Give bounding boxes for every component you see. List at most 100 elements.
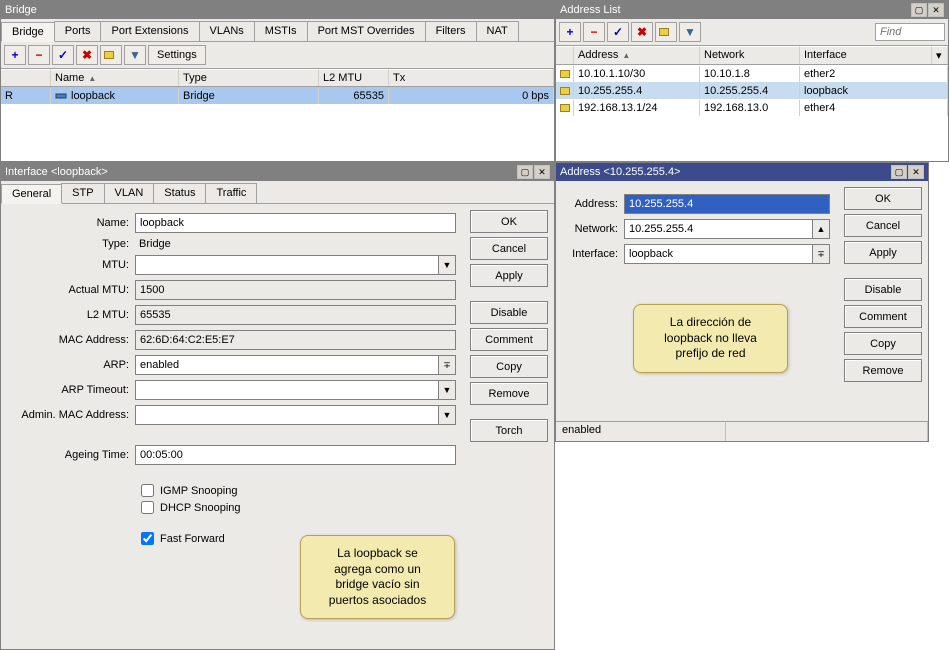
tab-filters[interactable]: Filters xyxy=(425,21,477,41)
tab-mstis[interactable]: MSTIs xyxy=(254,21,308,41)
chevron-up-icon[interactable]: ▲ xyxy=(812,219,830,239)
ok-button[interactable]: OK xyxy=(470,210,548,233)
arp-timeout-input[interactable] xyxy=(135,380,439,400)
filter-icon[interactable]: ▼ xyxy=(124,45,146,65)
settings-button[interactable]: Settings xyxy=(148,45,206,65)
apply-button[interactable]: Apply xyxy=(470,264,548,287)
admin-mac-input[interactable] xyxy=(135,405,439,425)
torch-button[interactable]: Torch xyxy=(470,419,548,442)
remove-button[interactable]: Remove xyxy=(844,359,922,382)
tab-general[interactable]: General xyxy=(1,184,62,204)
minimize-icon[interactable]: ▢ xyxy=(891,165,907,179)
fast-forward-checkbox[interactable] xyxy=(141,532,154,545)
disable-button[interactable]: Disable xyxy=(470,301,548,324)
ok-button[interactable]: OK xyxy=(844,187,922,210)
cell-flag: R xyxy=(1,88,51,104)
mac-label: MAC Address: xyxy=(9,334,135,346)
remove-button[interactable]: Remove xyxy=(470,382,548,405)
add-icon[interactable]: + xyxy=(559,22,581,42)
col-address[interactable]: Address▲ xyxy=(574,46,700,64)
disable-icon[interactable]: ✖ xyxy=(631,22,653,42)
close-icon[interactable]: ✕ xyxy=(928,3,944,17)
iface-button-column: OK Cancel Apply Disable Comment Copy Rem… xyxy=(464,204,554,649)
name-label: Name: xyxy=(9,217,135,229)
network-input[interactable] xyxy=(624,219,813,239)
bridge-titlebar: Bridge xyxy=(1,1,554,19)
tab-port-mst-overrides[interactable]: Port MST Overrides xyxy=(307,21,426,41)
cell-net: 192.168.13.0 xyxy=(700,100,800,116)
disable-button[interactable]: Disable xyxy=(844,278,922,301)
cell-iface: ether4 xyxy=(800,100,948,116)
arp-select[interactable] xyxy=(135,355,439,375)
table-row[interactable]: 10.10.1.10/30 10.10.1.8 ether2 xyxy=(556,65,948,82)
col-flag[interactable] xyxy=(1,69,51,86)
tab-vlan[interactable]: VLAN xyxy=(104,183,155,203)
enable-icon[interactable]: ✓ xyxy=(52,45,74,65)
remove-icon[interactable]: − xyxy=(28,45,50,65)
tab-nat[interactable]: NAT xyxy=(476,21,519,41)
minimize-icon[interactable]: ▢ xyxy=(911,3,927,17)
chevron-down-icon[interactable]: ▼ xyxy=(438,405,456,425)
col-name[interactable]: Name▲ xyxy=(51,69,179,86)
col-interface[interactable]: Interface xyxy=(800,46,932,64)
find-input[interactable] xyxy=(875,23,945,41)
chevron-down-icon[interactable]: ▼ xyxy=(438,255,456,275)
admin-mac-label: Admin. MAC Address: xyxy=(9,409,135,421)
minimize-icon[interactable]: ▢ xyxy=(517,165,533,179)
table-row[interactable]: 192.168.13.1/24 192.168.13.0 ether4 xyxy=(556,99,948,116)
comment-button[interactable]: Comment xyxy=(470,328,548,351)
select-arrow-icon[interactable]: ∓ xyxy=(812,244,830,264)
tab-stp[interactable]: STP xyxy=(61,183,104,203)
tab-status[interactable]: Status xyxy=(153,183,206,203)
arp-timeout-label: ARP Timeout: xyxy=(9,384,135,396)
address-icon xyxy=(560,70,570,78)
address-icon xyxy=(560,104,570,112)
col-l2mtu[interactable]: L2 MTU xyxy=(319,69,389,86)
cancel-button[interactable]: Cancel xyxy=(470,237,548,260)
name-input[interactable] xyxy=(135,213,456,233)
enable-icon[interactable]: ✓ xyxy=(607,22,629,42)
col-dropdown-icon[interactable]: ▾ xyxy=(932,46,948,64)
cell-iface: loopback xyxy=(800,83,948,99)
col-flag[interactable] xyxy=(556,46,574,64)
tab-port-extensions[interactable]: Port Extensions xyxy=(100,21,199,41)
copy-button[interactable]: Copy xyxy=(470,355,548,378)
mtu-input[interactable] xyxy=(135,255,439,275)
tab-ports[interactable]: Ports xyxy=(54,21,102,41)
filter-icon[interactable]: ▼ xyxy=(679,22,701,42)
col-type[interactable]: Type xyxy=(179,69,319,86)
apply-button[interactable]: Apply xyxy=(844,241,922,264)
col-tx[interactable]: Tx xyxy=(389,69,554,86)
tab-traffic[interactable]: Traffic xyxy=(205,183,257,203)
tab-vlans[interactable]: VLANs xyxy=(199,21,255,41)
callout-address-note: La dirección de loopback no lleva prefij… xyxy=(633,304,788,373)
table-row[interactable]: 10.255.255.4 10.255.255.4 loopback xyxy=(556,82,948,99)
comment-button[interactable]: Comment xyxy=(844,305,922,328)
select-arrow-icon[interactable]: ∓ xyxy=(438,355,456,375)
close-icon[interactable]: ✕ xyxy=(534,165,550,179)
comment-icon[interactable] xyxy=(655,22,677,42)
cell-net: 10.255.255.4 xyxy=(700,83,800,99)
cancel-button[interactable]: Cancel xyxy=(844,214,922,237)
add-icon[interactable]: + xyxy=(4,45,26,65)
address-input[interactable] xyxy=(624,194,830,214)
interface-select[interactable] xyxy=(624,244,813,264)
type-label: Type: xyxy=(9,238,135,250)
disable-icon[interactable]: ✖ xyxy=(76,45,98,65)
cell-addr: 10.10.1.10/30 xyxy=(574,66,700,82)
remove-icon[interactable]: − xyxy=(583,22,605,42)
igmp-snooping-checkbox[interactable] xyxy=(141,484,154,497)
igmp-snooping-label: IGMP Snooping xyxy=(160,485,237,497)
dhcp-snooping-checkbox[interactable] xyxy=(141,501,154,514)
fast-forward-label: Fast Forward xyxy=(160,533,225,545)
addr-titlebar: Address <10.255.255.4> ▢ ✕ xyxy=(556,163,928,181)
tab-bridge[interactable]: Bridge xyxy=(1,22,55,42)
close-icon[interactable]: ✕ xyxy=(908,165,924,179)
col-network[interactable]: Network xyxy=(700,46,800,64)
copy-button[interactable]: Copy xyxy=(844,332,922,355)
ageing-time-input[interactable] xyxy=(135,445,456,465)
addrlist-grid-header: Address▲ Network Interface ▾ xyxy=(556,46,948,65)
comment-icon[interactable] xyxy=(100,45,122,65)
chevron-down-icon[interactable]: ▼ xyxy=(438,380,456,400)
table-row[interactable]: R loopback Bridge 65535 0 bps xyxy=(1,87,554,104)
